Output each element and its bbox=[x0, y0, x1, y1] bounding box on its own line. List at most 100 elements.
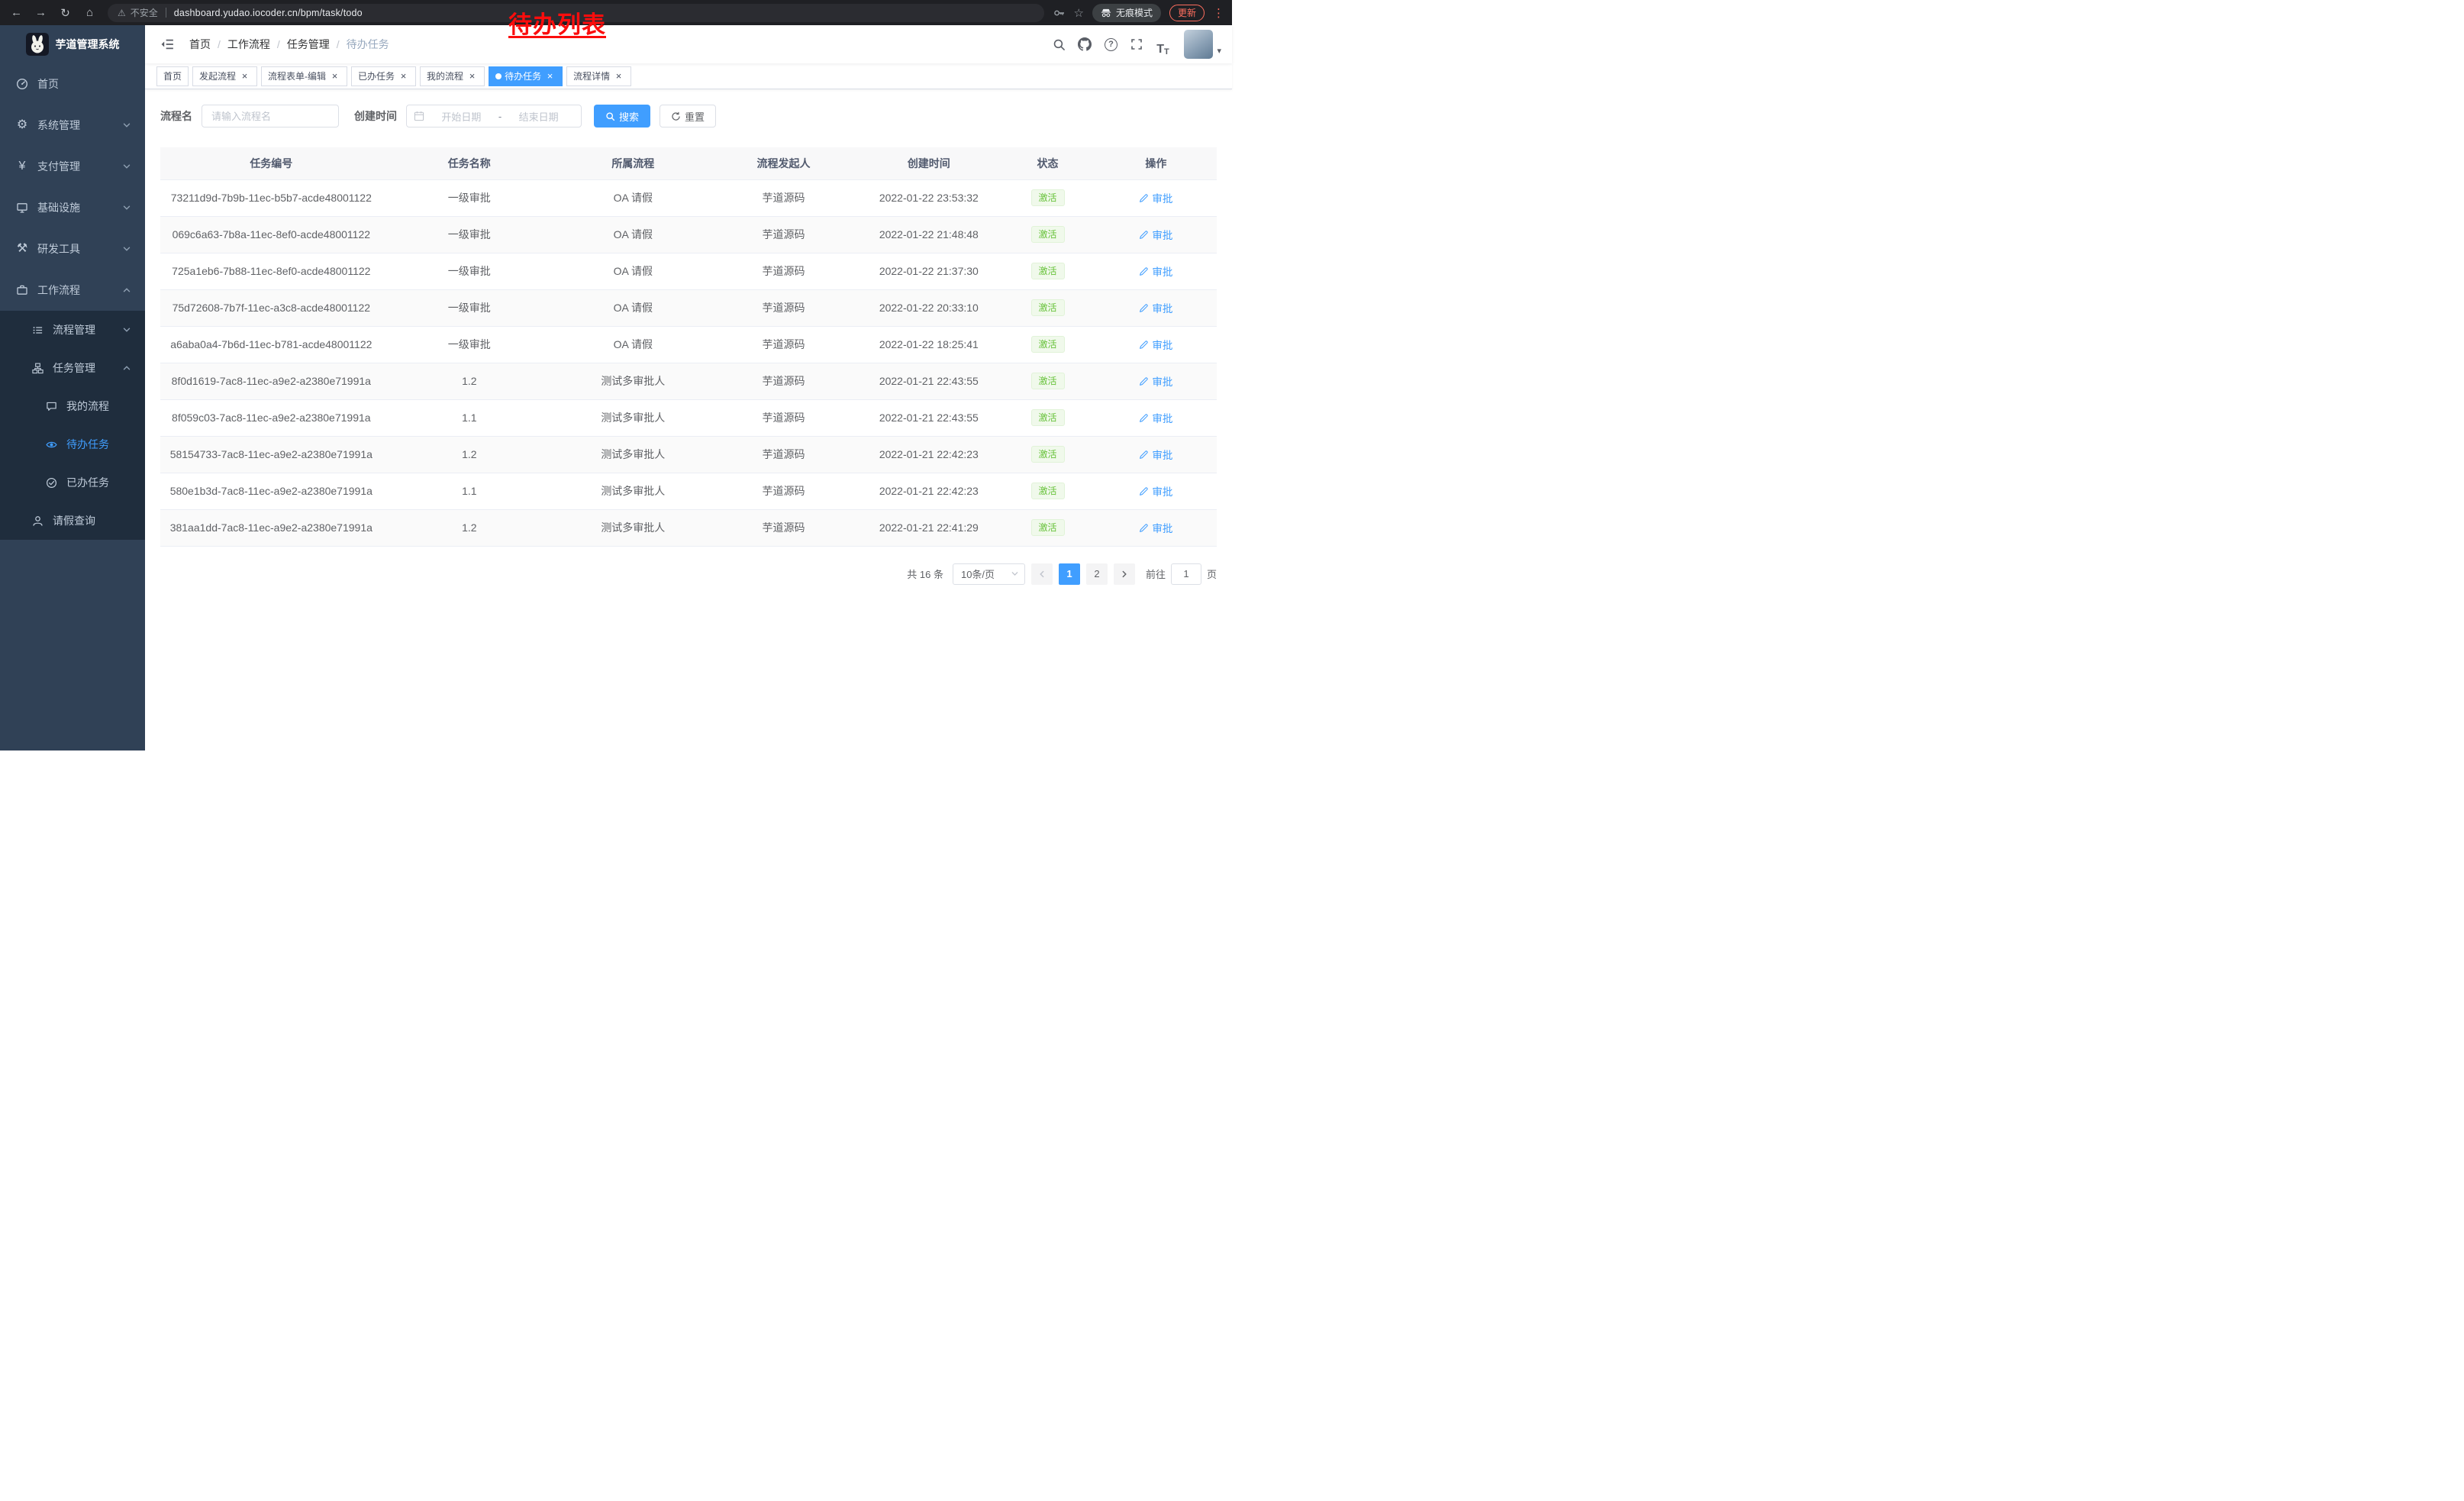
tab[interactable]: 待办任务 × bbox=[489, 66, 563, 86]
status-badge: 激活 bbox=[1031, 446, 1065, 463]
table-row: 8f059c03-7ac8-11ec-a9e2-a2380e71991a 1.1… bbox=[160, 399, 1217, 436]
github-icon[interactable] bbox=[1072, 32, 1097, 56]
sidebar-item-leave-query[interactable]: 请假查询 bbox=[0, 502, 145, 540]
approve-link[interactable]: 审批 bbox=[1139, 447, 1172, 462]
tab-close-icon[interactable]: × bbox=[544, 70, 556, 82]
process-name-input[interactable] bbox=[202, 105, 339, 128]
user-menu[interactable]: ▾ bbox=[1184, 30, 1221, 59]
forward-icon[interactable]: → bbox=[32, 4, 50, 21]
tab[interactable]: 流程表单-编辑 × bbox=[261, 66, 347, 86]
url-bar[interactable]: ⚠ 不安全 dashboard.yudao.iocoder.cn/bpm/tas… bbox=[108, 4, 1044, 22]
tab-label: 我的流程 bbox=[427, 69, 463, 82]
approve-link[interactable]: 审批 bbox=[1139, 520, 1172, 535]
breadcrumb-task-management[interactable]: 任务管理 bbox=[287, 37, 330, 52]
sidebar-item-infrastructure[interactable]: 基础设施 bbox=[0, 187, 145, 228]
approve-link[interactable]: 审批 bbox=[1139, 483, 1172, 499]
prev-page-button[interactable] bbox=[1031, 563, 1053, 585]
approve-link[interactable]: 审批 bbox=[1139, 410, 1172, 425]
list-icon bbox=[31, 324, 44, 336]
sidebar-item-my-process[interactable]: 我的流程 bbox=[0, 387, 145, 425]
approve-link[interactable]: 审批 bbox=[1139, 190, 1172, 205]
page-size-select[interactable]: 10条/页 bbox=[953, 563, 1025, 585]
tab-close-icon[interactable]: × bbox=[329, 70, 340, 82]
chevron-down-icon bbox=[122, 203, 131, 212]
cell-task-id: 73211d9d-7b9b-11ec-b5b7-acde48001122 bbox=[160, 179, 382, 216]
home-icon[interactable]: ⌂ bbox=[81, 4, 98, 21]
approve-link[interactable]: 审批 bbox=[1139, 300, 1172, 315]
tab-close-icon[interactable]: × bbox=[466, 70, 478, 82]
sidebar-item-devtools[interactable]: ⚒ 研发工具 bbox=[0, 228, 145, 270]
sidebar-item-task-management[interactable]: 任务管理 bbox=[0, 349, 145, 387]
fullscreen-icon[interactable] bbox=[1124, 32, 1149, 56]
page-button-1[interactable]: 1 bbox=[1059, 563, 1080, 585]
goto-page-input[interactable] bbox=[1171, 563, 1201, 585]
approve-link[interactable]: 审批 bbox=[1139, 373, 1172, 389]
sidebar-item-label: 首页 bbox=[37, 76, 59, 92]
next-page-button[interactable] bbox=[1114, 563, 1135, 585]
update-browser-button[interactable]: 更新 bbox=[1169, 5, 1205, 21]
bookmark-star-icon[interactable]: ☆ bbox=[1074, 6, 1084, 20]
cell-task-id: 725a1eb6-7b88-11ec-8ef0-acde48001122 bbox=[160, 253, 382, 289]
cell-task-name: 一级审批 bbox=[382, 216, 556, 253]
cell-actions: 审批 bbox=[1095, 363, 1217, 399]
password-key-icon[interactable] bbox=[1053, 7, 1066, 19]
date-range-picker[interactable]: 开始日期 - 结束日期 bbox=[406, 105, 582, 128]
avatar[interactable] bbox=[1184, 30, 1213, 59]
chevron-down-icon bbox=[122, 162, 131, 171]
main-area: 首页 / 工作流程 / 任务管理 / 待办任务 ? bbox=[145, 25, 1232, 750]
sidebar-collapse-icon[interactable] bbox=[156, 37, 179, 51]
sidebar-item-todo-tasks[interactable]: 待办任务 bbox=[0, 425, 145, 463]
tab-close-icon[interactable]: × bbox=[398, 70, 409, 82]
approve-label: 审批 bbox=[1152, 300, 1172, 315]
cell-status: 激活 bbox=[1000, 363, 1095, 399]
sidebar-item-system[interactable]: ⚙ 系统管理 bbox=[0, 105, 145, 146]
tab[interactable]: 已办任务 × bbox=[351, 66, 416, 86]
search-icon[interactable] bbox=[1047, 32, 1071, 56]
briefcase-icon bbox=[15, 284, 29, 296]
font-size-icon[interactable]: TT bbox=[1150, 32, 1175, 56]
back-icon[interactable]: ← bbox=[8, 4, 25, 21]
edit-icon bbox=[1139, 230, 1149, 240]
status-badge: 激活 bbox=[1031, 263, 1065, 279]
table-row: 580e1b3d-7ac8-11ec-a9e2-a2380e71991a 1.1… bbox=[160, 473, 1217, 509]
pagination-total: 共 16 条 bbox=[907, 567, 943, 581]
sidebar-item-label: 工作流程 bbox=[37, 282, 80, 298]
breadcrumb-home[interactable]: 首页 bbox=[189, 37, 211, 52]
cell-status: 激活 bbox=[1000, 399, 1095, 436]
tab[interactable]: 我的流程 × bbox=[420, 66, 485, 86]
yen-icon: ¥ bbox=[15, 160, 29, 173]
sidebar: 芋道管理系统 首页 ⚙ 系统管理 ¥ 支付管理 bbox=[0, 25, 145, 750]
approve-label: 审批 bbox=[1152, 337, 1172, 352]
reset-button[interactable]: 重置 bbox=[660, 105, 716, 128]
tab-close-icon[interactable]: × bbox=[613, 70, 624, 82]
tab-close-icon[interactable]: × bbox=[239, 70, 250, 82]
sidebar-item-process-management[interactable]: 流程管理 bbox=[0, 311, 145, 349]
tab[interactable]: 首页 bbox=[156, 66, 189, 86]
approve-link[interactable]: 审批 bbox=[1139, 227, 1172, 242]
approve-link[interactable]: 审批 bbox=[1139, 263, 1172, 279]
reload-icon[interactable]: ↻ bbox=[56, 4, 74, 21]
pagination: 共 16 条 10条/页 1 2 前往 页 bbox=[160, 563, 1217, 585]
sidebar-item-done-tasks[interactable]: 已办任务 bbox=[0, 463, 145, 502]
status-badge: 激活 bbox=[1031, 373, 1065, 389]
search-button[interactable]: 搜索 bbox=[594, 105, 650, 128]
tab[interactable]: 发起流程 × bbox=[192, 66, 257, 86]
cell-initiator: 芋道源码 bbox=[710, 399, 858, 436]
goto-label: 前往 bbox=[1146, 567, 1166, 581]
page-button-2[interactable]: 2 bbox=[1086, 563, 1108, 585]
table-row: 725a1eb6-7b88-11ec-8ef0-acde48001122 一级审… bbox=[160, 253, 1217, 289]
breadcrumb-workflow[interactable]: 工作流程 bbox=[227, 37, 270, 52]
tab[interactable]: 流程详情 × bbox=[566, 66, 631, 86]
browser-menu-icon[interactable]: ⋮ bbox=[1213, 6, 1224, 20]
sidebar-item-home[interactable]: 首页 bbox=[0, 63, 145, 105]
app-logo[interactable]: 芋道管理系统 bbox=[0, 25, 145, 63]
sidebar-item-payment[interactable]: ¥ 支付管理 bbox=[0, 146, 145, 187]
approve-link[interactable]: 审批 bbox=[1139, 337, 1172, 352]
sidebar-item-workflow[interactable]: 工作流程 bbox=[0, 270, 145, 311]
cell-created: 2022-01-21 22:42:23 bbox=[857, 473, 1000, 509]
cell-status: 激活 bbox=[1000, 253, 1095, 289]
security-warning-icon[interactable]: ⚠ bbox=[118, 8, 126, 18]
chevron-up-icon bbox=[122, 286, 131, 295]
help-icon[interactable]: ? bbox=[1098, 32, 1123, 56]
edit-icon bbox=[1139, 340, 1149, 350]
